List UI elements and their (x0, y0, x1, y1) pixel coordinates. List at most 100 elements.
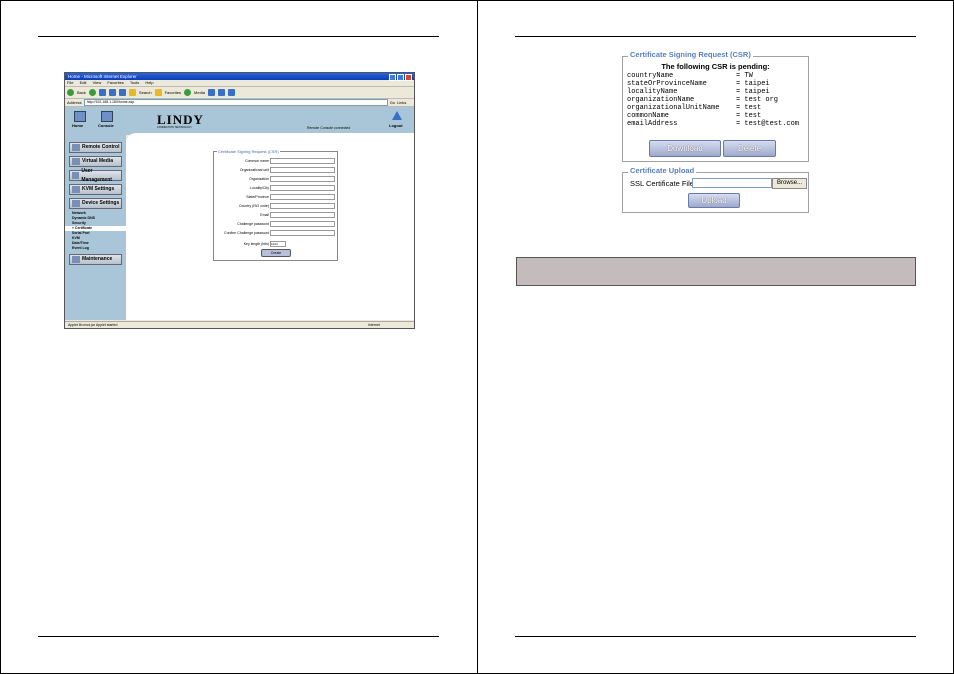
console-nav-icon[interactable] (101, 111, 113, 122)
csr-row-key: organizationName (627, 96, 695, 104)
csr-form-input[interactable] (270, 230, 335, 236)
csr-row-value: = test@test.com (736, 120, 800, 128)
csr-form-label: State/Province (246, 195, 269, 199)
csr-row-value: = test (736, 104, 762, 112)
csr-form-row: Common name (214, 158, 337, 164)
address-label: Address (67, 100, 82, 105)
close-icon[interactable] (405, 74, 412, 81)
mail-icon[interactable] (217, 89, 225, 96)
csr-row-value: = taipei (736, 88, 770, 96)
home-nav-icon[interactable] (74, 111, 86, 122)
nav-maintenance[interactable]: Maintenance (69, 254, 122, 265)
refresh-icon[interactable] (108, 89, 116, 96)
go-button[interactable]: Go (390, 99, 395, 106)
menu-help[interactable]: Help (145, 80, 153, 85)
page-divider (477, 0, 478, 674)
csr-row: localityName = taipei (627, 88, 807, 96)
user-management-icon (72, 172, 80, 179)
ssl-file-input[interactable] (692, 178, 772, 188)
csr-form-input[interactable] (270, 176, 335, 182)
menu-file[interactable]: File (67, 80, 73, 85)
zone-text: Internet (368, 323, 380, 327)
minimize-icon[interactable] (389, 74, 396, 81)
csr-row-value: = TW (736, 72, 753, 80)
csr-attribute-list: countryName = TW stateOrProvinceName = taip… (627, 72, 807, 128)
csr-pending-title: The following CSR is pending: (661, 62, 770, 71)
links-button[interactable]: Links (397, 99, 406, 106)
upload-button[interactable]: Upload (688, 193, 740, 208)
create-csr-button[interactable]: Create (261, 249, 291, 257)
csr-form-input[interactable] (270, 221, 335, 227)
home-nav-label[interactable]: Home (72, 123, 83, 128)
csr-form-input[interactable] (270, 194, 335, 200)
csr-form-input[interactable] (270, 158, 335, 164)
csr-pending-panel: Certificate Signing Request (CSR) The fo… (622, 50, 809, 162)
csr-form-label: Confirm Challenge password (224, 231, 269, 235)
nav-user-management-label: User Management (81, 167, 112, 183)
key-length-select[interactable]: 1024 (270, 241, 286, 247)
csr-row: organizationalUnitName = test (627, 104, 807, 112)
csr-form-input[interactable] (270, 203, 335, 209)
home-icon[interactable] (118, 89, 126, 96)
favorites-label[interactable]: Favorites (165, 90, 181, 95)
csr-panel-legend: Certificate Signing Request (CSR) (628, 50, 753, 59)
csr-form-label: Email (260, 213, 269, 217)
csr-form-row: State/Province (214, 194, 337, 200)
media-icon[interactable] (184, 89, 192, 96)
console-nav-label[interactable]: Console (98, 123, 114, 128)
maintenance-icon (72, 256, 80, 263)
csr-form-label: Common name (245, 159, 269, 163)
favorites-icon[interactable] (154, 89, 162, 96)
browse-button[interactable]: Browse... (772, 178, 807, 189)
nav-user-management[interactable]: User Management (69, 168, 122, 183)
csr-form-label: Challenge password (237, 222, 269, 226)
nav-remote-control[interactable]: Remote Control (69, 142, 122, 153)
remote-control-icon (72, 144, 80, 151)
back-icon[interactable] (67, 89, 74, 96)
status-text: Applet lib.mod.jar Applet started (68, 323, 118, 327)
csr-row-value: = test (736, 112, 762, 120)
nav-kvm-settings[interactable]: KVM Settings (69, 184, 122, 195)
history-icon[interactable] (207, 89, 215, 96)
print-icon[interactable] (227, 89, 235, 96)
download-button[interactable]: Download (649, 140, 721, 157)
csr-row: commonName = test (627, 112, 807, 120)
back-label[interactable]: Back (77, 90, 86, 95)
menu-view[interactable]: View (93, 80, 102, 85)
csr-form-input[interactable] (270, 167, 335, 173)
csr-row-key: localityName (627, 88, 678, 96)
csr-row: organizationName = test org (627, 96, 807, 104)
key-length-label: Key length (bits) (243, 242, 269, 246)
nav-kvm-settings-label: KVM Settings (82, 186, 115, 192)
nav-remote-control-label: Remote Control (82, 144, 120, 150)
stop-icon[interactable] (98, 89, 106, 96)
connection-status: Remote Console connected (307, 126, 351, 130)
nav-virtual-media[interactable]: Virtual Media (69, 156, 122, 167)
csr-row-key: countryName (627, 72, 674, 80)
menu-edit[interactable]: Edit (80, 80, 87, 85)
csr-form-label: Organization (249, 177, 269, 181)
logout-label[interactable]: Logout (389, 123, 403, 128)
left-footer-rule (38, 636, 439, 637)
nav-virtual-media-label: Virtual Media (82, 158, 114, 164)
csr-row: stateOrProvinceName = taipei (627, 80, 807, 88)
media-label[interactable]: Media (194, 90, 205, 95)
search-label[interactable]: Search (139, 90, 152, 95)
csr-form-row: Organizational unit (214, 167, 337, 173)
csr-form-input[interactable] (270, 212, 335, 218)
logout-icon[interactable] (392, 111, 402, 120)
delete-button[interactable]: Delete (723, 140, 776, 157)
subnav-event-log[interactable]: Event Log (65, 246, 126, 251)
address-input[interactable]: http://192.168.1.180/home.asp (83, 99, 388, 106)
csr-form-row: Locality/City (214, 185, 337, 191)
csr-form-label: Country (ISO code) (238, 204, 269, 208)
csr-form-legend: Certificate Signing Request (CSR) (217, 149, 280, 154)
menu-favorites[interactable]: Favorites (107, 80, 123, 85)
forward-icon[interactable] (88, 89, 96, 96)
search-icon[interactable] (128, 89, 136, 96)
maximize-icon[interactable] (397, 74, 404, 81)
key-length-row: Key length (bits) 1024 (214, 241, 337, 247)
nav-device-settings[interactable]: Device Settings (69, 198, 122, 209)
csr-form-input[interactable] (270, 185, 335, 191)
menu-tools[interactable]: Tools (130, 80, 139, 85)
